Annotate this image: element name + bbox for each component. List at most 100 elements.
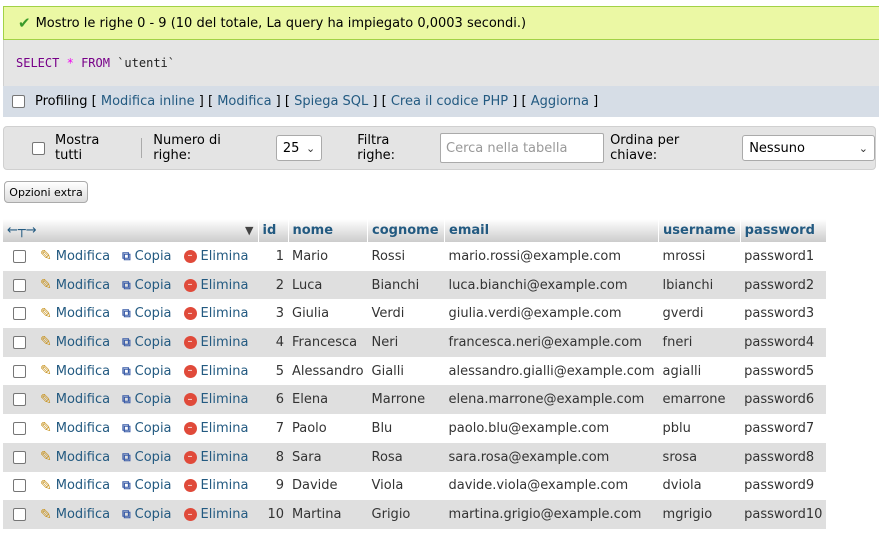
cell-email[interactable]: paolo.blu@example.com bbox=[444, 414, 659, 443]
cell-id[interactable]: 3 bbox=[258, 299, 288, 329]
table-row[interactable]: ✎ Modifica ⧉ Copia – Elimina 6 Elena Marrone elen… bbox=[3, 385, 827, 415]
copy-row-link[interactable]: ⧉ Copia bbox=[122, 335, 171, 350]
copy-row-link[interactable]: ⧉ Copia bbox=[122, 478, 171, 493]
delete-row-link[interactable]: – Elimina bbox=[183, 478, 248, 493]
cell-id[interactable]: 4 bbox=[258, 328, 288, 357]
edit-row-link[interactable]: ✎ Modifica bbox=[40, 420, 110, 436]
table-row[interactable]: ✎ Modifica ⧉ Copia – Elimina 2 Luca Bianchi luca.… bbox=[3, 270, 827, 300]
cell-id[interactable]: 2 bbox=[258, 270, 288, 300]
edit-row-link[interactable]: ✎ Modifica bbox=[40, 449, 110, 465]
cell-nome[interactable]: Davide bbox=[288, 471, 368, 501]
delete-row-link[interactable]: – Elimina bbox=[183, 392, 248, 407]
cell-nome[interactable]: Elena bbox=[288, 385, 368, 415]
column-header-password[interactable]: password bbox=[740, 219, 827, 242]
cell-email[interactable]: elena.marrone@example.com bbox=[444, 385, 659, 415]
delete-row-link[interactable]: – Elimina bbox=[183, 278, 248, 293]
table-row[interactable]: ✎ Modifica ⧉ Copia – Elimina 3 Giulia Verdi giuli… bbox=[3, 299, 827, 329]
column-header-username[interactable]: username bbox=[658, 219, 741, 242]
column-header-nome[interactable]: nome bbox=[288, 219, 369, 242]
sort-select[interactable]: Nessuno ⌄ bbox=[742, 135, 875, 161]
cell-username[interactable]: mgrigio bbox=[658, 500, 741, 529]
cell-username[interactable]: agialli bbox=[658, 356, 741, 386]
cell-email[interactable]: sara.rosa@example.com bbox=[444, 442, 659, 472]
row-checkbox[interactable] bbox=[13, 335, 26, 349]
explain-sql-link[interactable]: Spiega SQL bbox=[294, 94, 368, 109]
cell-cognome[interactable]: Grigio bbox=[367, 500, 445, 529]
table-row[interactable]: ✎ Modifica ⧉ Copia – Elimina 10 Martina Grigio ma… bbox=[3, 500, 827, 529]
cell-id[interactable]: 10 bbox=[258, 500, 288, 529]
edit-row-link[interactable]: ✎ Modifica bbox=[40, 334, 110, 350]
cell-nome[interactable]: Alessandro bbox=[288, 356, 368, 386]
delete-row-link[interactable]: – Elimina bbox=[183, 306, 248, 321]
copy-row-link[interactable]: ⧉ Copia bbox=[122, 364, 171, 379]
copy-row-link[interactable]: ⧉ Copia bbox=[122, 278, 171, 293]
copy-row-link[interactable]: ⧉ Copia bbox=[122, 421, 171, 436]
create-php-code-link[interactable]: Crea il codice PHP bbox=[391, 94, 508, 109]
edit-row-link[interactable]: ✎ Modifica bbox=[40, 478, 110, 494]
cell-cognome[interactable]: Blu bbox=[367, 414, 445, 443]
profiling-checkbox[interactable] bbox=[12, 95, 25, 108]
cell-id[interactable]: 9 bbox=[258, 471, 288, 501]
delete-row-link[interactable]: – Elimina bbox=[183, 507, 248, 522]
cell-email[interactable]: alessandro.gialli@example.com bbox=[444, 356, 659, 386]
copy-row-link[interactable]: ⧉ Copia bbox=[122, 306, 171, 321]
row-checkbox[interactable] bbox=[13, 364, 26, 378]
cell-id[interactable]: 6 bbox=[258, 385, 288, 415]
copy-row-link[interactable]: ⧉ Copia bbox=[122, 392, 171, 407]
table-row[interactable]: ✎ Modifica ⧉ Copia – Elimina 4 Francesca Neri fra… bbox=[3, 328, 827, 357]
table-row[interactable]: ✎ Modifica ⧉ Copia – Elimina 7 Paolo Blu paolo.bl… bbox=[3, 414, 827, 443]
copy-row-link[interactable]: ⧉ Copia bbox=[122, 450, 171, 465]
cell-email[interactable]: francesca.neri@example.com bbox=[444, 328, 659, 357]
cell-id[interactable]: 1 bbox=[258, 242, 288, 271]
cell-email[interactable]: giulia.verdi@example.com bbox=[444, 299, 659, 329]
cell-cognome[interactable]: Gialli bbox=[367, 356, 445, 386]
cell-nome[interactable]: Francesca bbox=[288, 328, 368, 357]
column-header-cognome[interactable]: cognome bbox=[367, 219, 446, 242]
edit-row-link[interactable]: ✎ Modifica bbox=[40, 248, 110, 264]
cell-username[interactable]: dviola bbox=[658, 471, 741, 501]
cell-password[interactable]: password2 bbox=[740, 270, 827, 300]
inline-edit-link[interactable]: Modifica inline bbox=[101, 94, 195, 109]
cell-nome[interactable]: Martina bbox=[288, 500, 368, 529]
table-row[interactable]: ✎ Modifica ⧉ Copia – Elimina 1 Mario Rossi mario.… bbox=[3, 242, 827, 271]
column-resize-header[interactable]: ←┬→ ▼ bbox=[3, 219, 259, 242]
cell-nome[interactable]: Sara bbox=[288, 442, 368, 472]
cell-cognome[interactable]: Verdi bbox=[367, 299, 445, 329]
delete-row-link[interactable]: – Elimina bbox=[183, 450, 248, 465]
cell-cognome[interactable]: Neri bbox=[367, 328, 445, 357]
delete-row-link[interactable]: – Elimina bbox=[183, 364, 248, 379]
row-checkbox[interactable] bbox=[13, 249, 26, 263]
cell-username[interactable]: srosa bbox=[658, 442, 741, 472]
cell-username[interactable]: lbianchi bbox=[658, 270, 741, 300]
cell-username[interactable]: fneri bbox=[658, 328, 741, 357]
row-checkbox[interactable] bbox=[13, 508, 26, 522]
row-checkbox[interactable] bbox=[13, 450, 26, 464]
refresh-link[interactable]: Aggiorna bbox=[531, 94, 589, 109]
cell-password[interactable]: password5 bbox=[740, 356, 827, 386]
show-all-checkbox[interactable] bbox=[32, 141, 45, 155]
cell-cognome[interactable]: Rossi bbox=[367, 242, 445, 271]
cell-id[interactable]: 5 bbox=[258, 356, 288, 386]
cell-id[interactable]: 7 bbox=[258, 414, 288, 443]
cell-email[interactable]: luca.bianchi@example.com bbox=[444, 270, 659, 300]
table-row[interactable]: ✎ Modifica ⧉ Copia – Elimina 8 Sara Rosa sara.ros… bbox=[3, 442, 827, 472]
rows-select[interactable]: 25 ⌄ bbox=[275, 135, 323, 161]
cell-email[interactable]: mario.rossi@example.com bbox=[444, 242, 659, 271]
cell-nome[interactable]: Luca bbox=[288, 270, 368, 300]
cell-id[interactable]: 8 bbox=[258, 442, 288, 472]
column-header-id[interactable]: id bbox=[258, 219, 289, 242]
copy-row-link[interactable]: ⧉ Copia bbox=[122, 249, 171, 264]
cell-cognome[interactable]: Bianchi bbox=[367, 270, 445, 300]
cell-nome[interactable]: Paolo bbox=[288, 414, 368, 443]
row-checkbox[interactable] bbox=[13, 479, 26, 493]
row-checkbox[interactable] bbox=[13, 278, 26, 292]
delete-row-link[interactable]: – Elimina bbox=[183, 249, 248, 264]
cell-username[interactable]: gverdi bbox=[658, 299, 741, 329]
delete-row-link[interactable]: – Elimina bbox=[183, 421, 248, 436]
copy-row-link[interactable]: ⧉ Copia bbox=[122, 507, 171, 522]
delete-row-link[interactable]: – Elimina bbox=[183, 335, 248, 350]
cell-cognome[interactable]: Viola bbox=[367, 471, 445, 501]
dropdown-arrow-icon[interactable]: ▼ bbox=[245, 224, 253, 237]
table-row[interactable]: ✎ Modifica ⧉ Copia – Elimina 5 Alessandro Gialli… bbox=[3, 356, 827, 386]
extra-options-button[interactable]: Opzioni extra bbox=[4, 181, 88, 203]
